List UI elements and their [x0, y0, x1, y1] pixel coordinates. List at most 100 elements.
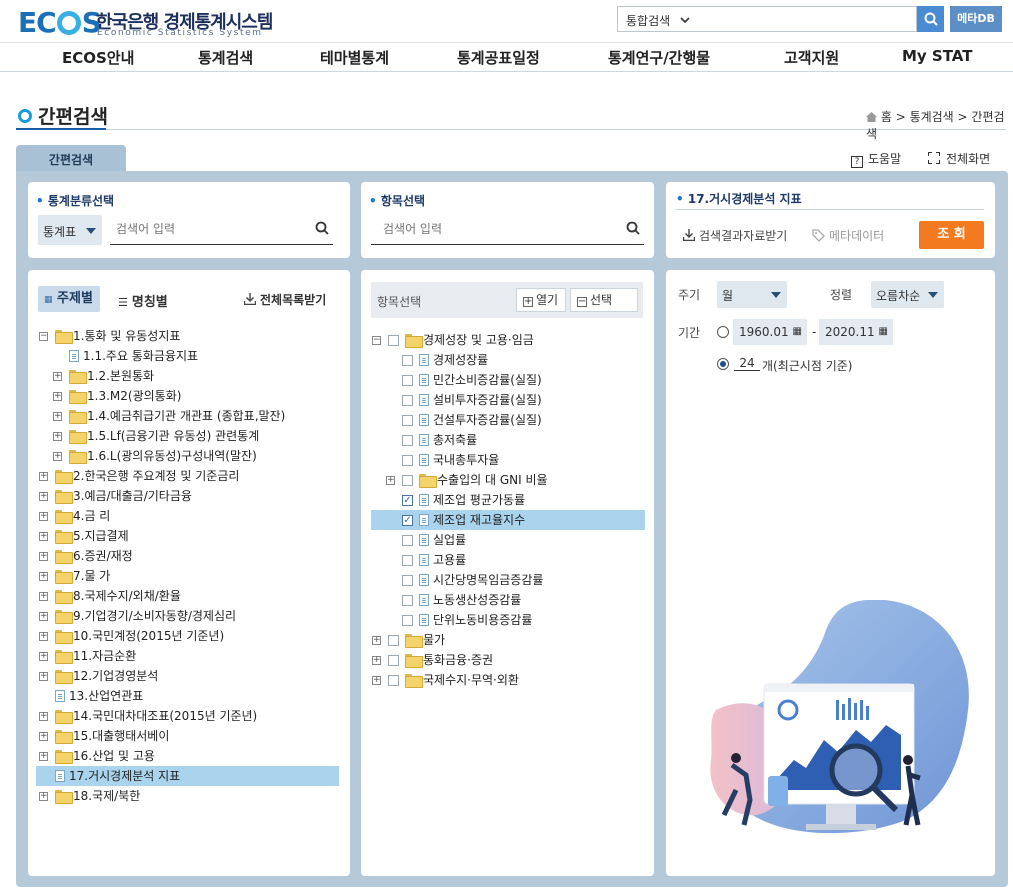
- checkbox-icon[interactable]: [402, 535, 413, 546]
- checkbox-icon[interactable]: ✓: [402, 515, 413, 526]
- category-tree-item[interactable]: +8.국제수지/외채/환율: [36, 586, 339, 606]
- category-search-input[interactable]: [110, 215, 289, 243]
- category-tree-item[interactable]: +4.금 리: [36, 506, 339, 526]
- category-tree-item[interactable]: 1.1.주요 통화금융지표: [36, 346, 339, 366]
- category-tree-item[interactable]: +1.6.L(광의유동성)구성내역(말잔): [36, 446, 339, 466]
- category-tree-item[interactable]: 17.거시경제분석 지표: [36, 766, 339, 786]
- category-tree-item[interactable]: +12.기업경영분석: [36, 666, 339, 686]
- metadata-button[interactable]: 메타데이터: [812, 227, 884, 244]
- search-submit-button[interactable]: 조 회: [919, 221, 984, 249]
- category-tree-item[interactable]: +6.증권/재정: [36, 546, 339, 566]
- nav-research[interactable]: 통계연구/간행물: [608, 47, 710, 68]
- item-tree-item[interactable]: + 통화금융·증권: [371, 650, 645, 670]
- nav-support[interactable]: 고객지원: [784, 47, 839, 68]
- checkbox-icon[interactable]: [402, 355, 413, 366]
- expand-icon[interactable]: +: [372, 636, 381, 645]
- expand-icon[interactable]: +: [39, 612, 48, 621]
- meta-db-button[interactable]: 메타DB: [950, 6, 1002, 32]
- checkbox-icon[interactable]: [402, 375, 413, 386]
- item-tree-item[interactable]: − 경제성장 및 고용·임금: [371, 330, 645, 350]
- checkbox-icon[interactable]: [402, 575, 413, 586]
- item-tree-item[interactable]: 고용률: [371, 550, 645, 570]
- item-tree-item[interactable]: 설비투자증감률(실질): [371, 390, 645, 410]
- expand-icon[interactable]: +: [53, 392, 62, 401]
- checkbox-icon[interactable]: [388, 655, 399, 666]
- item-tree-item[interactable]: 단위노동비용증감률: [371, 610, 645, 630]
- item-search-field[interactable]: [371, 215, 644, 245]
- item-search-input[interactable]: [371, 215, 590, 243]
- period-range-radio[interactable]: [717, 326, 729, 338]
- category-tree-item[interactable]: +1.3.M2(광의통화): [36, 386, 339, 406]
- item-tree-item[interactable]: 민간소비증감률(실질): [371, 370, 645, 390]
- category-tree-item[interactable]: +10.국민계정(2015년 기준년): [36, 626, 339, 646]
- item-tree-item[interactable]: 시간당명목임금증감률: [371, 570, 645, 590]
- date-to-input[interactable]: 2020.11 ▦: [819, 319, 893, 345]
- expand-icon[interactable]: +: [53, 412, 62, 421]
- calendar-icon[interactable]: ▦: [879, 319, 888, 345]
- category-tree-item[interactable]: − 1.통화 및 유동성지표: [36, 326, 339, 346]
- expand-icon[interactable]: +: [53, 452, 62, 461]
- category-search-field[interactable]: [110, 215, 333, 245]
- global-search-button[interactable]: [917, 6, 944, 32]
- expand-icon[interactable]: +: [39, 672, 48, 681]
- item-tree-item[interactable]: 국내총투자율: [371, 450, 645, 470]
- item-tree-item[interactable]: 실업률: [371, 530, 645, 550]
- item-tree-item[interactable]: ✓ 제조업 재고율지수: [371, 510, 645, 530]
- expand-icon[interactable]: +: [39, 492, 48, 501]
- checkbox-icon[interactable]: [402, 615, 413, 626]
- nav-stat-search[interactable]: 통계검색: [198, 47, 253, 68]
- expand-icon[interactable]: +: [53, 432, 62, 441]
- category-tree-item[interactable]: +2.한국은행 주요계정 및 기준금리: [36, 466, 339, 486]
- search-icon[interactable]: [315, 221, 329, 235]
- category-tree-item[interactable]: +18.국제/북한: [36, 786, 339, 806]
- item-tree-item[interactable]: 노동생산성증감률: [371, 590, 645, 610]
- item-tree-item[interactable]: ✓ 제조업 평균가동률: [371, 490, 645, 510]
- search-icon[interactable]: [626, 221, 640, 235]
- cycle-select[interactable]: 월: [717, 281, 787, 308]
- item-tree-item[interactable]: + 수출입의 대 GNI 비율: [371, 470, 645, 490]
- item-tree-item[interactable]: 경제성장률: [371, 350, 645, 370]
- expand-icon[interactable]: +: [39, 792, 48, 801]
- expand-icon[interactable]: +: [386, 476, 395, 485]
- breadcrumb-home[interactable]: 홈: [881, 110, 892, 124]
- expand-icon[interactable]: +: [39, 712, 48, 721]
- checkbox-icon[interactable]: [402, 595, 413, 606]
- category-tree-item[interactable]: +1.4.예금취급기관 개관표 (종합표,말잔): [36, 406, 339, 426]
- item-tree-item[interactable]: 총저축률: [371, 430, 645, 450]
- expand-icon[interactable]: +: [39, 592, 48, 601]
- expand-icon[interactable]: +: [39, 512, 48, 521]
- checkbox-icon[interactable]: ✓: [402, 495, 413, 506]
- nav-my-stat[interactable]: My STAT: [902, 47, 972, 65]
- checkbox-icon[interactable]: [402, 395, 413, 406]
- category-tree-item[interactable]: +16.산업 및 고용: [36, 746, 339, 766]
- checkbox-icon[interactable]: [388, 335, 399, 346]
- fullscreen-button[interactable]: 전체화면: [927, 150, 990, 167]
- category-tree-item[interactable]: +15.대출행태서베이: [36, 726, 339, 746]
- expand-icon[interactable]: +: [372, 676, 381, 685]
- expand-icon[interactable]: +: [372, 656, 381, 665]
- sort-select[interactable]: 오름차순: [871, 281, 944, 308]
- category-type-select[interactable]: 통계표: [38, 215, 102, 245]
- expand-icon[interactable]: +: [39, 652, 48, 661]
- category-tree-item[interactable]: 13.산업연관표: [36, 686, 339, 706]
- logo[interactable]: EC S: [18, 6, 102, 39]
- expand-icon[interactable]: +: [39, 572, 48, 581]
- tab-subject[interactable]: ▦ 주제별: [38, 286, 100, 312]
- item-tree-item[interactable]: + 국제수지·무역·외환: [371, 670, 645, 690]
- global-search-input[interactable]: 통합검색: [617, 6, 917, 32]
- help-button[interactable]: ? 도움말: [851, 150, 901, 168]
- category-tree-item[interactable]: +14.국민대차대조표(2015년 기준년): [36, 706, 339, 726]
- category-tree-item[interactable]: +3.예금/대출금/기타금융: [36, 486, 339, 506]
- calendar-icon[interactable]: ▦: [793, 319, 802, 345]
- checkbox-icon[interactable]: [402, 475, 413, 486]
- expand-icon[interactable]: +: [39, 552, 48, 561]
- checkbox-icon[interactable]: [402, 435, 413, 446]
- count-input[interactable]: 24: [734, 356, 760, 371]
- nav-release-schedule[interactable]: 통계공표일정: [457, 47, 540, 68]
- category-tree-item[interactable]: +9.기업경기/소비자동향/경제심리: [36, 606, 339, 626]
- collapse-icon[interactable]: −: [372, 336, 381, 345]
- item-tree-item[interactable]: + 물가: [371, 630, 645, 650]
- breadcrumb-stat-search[interactable]: 통계검색: [910, 110, 954, 124]
- category-tree-item[interactable]: +1.5.Lf(금융기관 유동성) 관련통계: [36, 426, 339, 446]
- checkbox-icon[interactable]: [402, 455, 413, 466]
